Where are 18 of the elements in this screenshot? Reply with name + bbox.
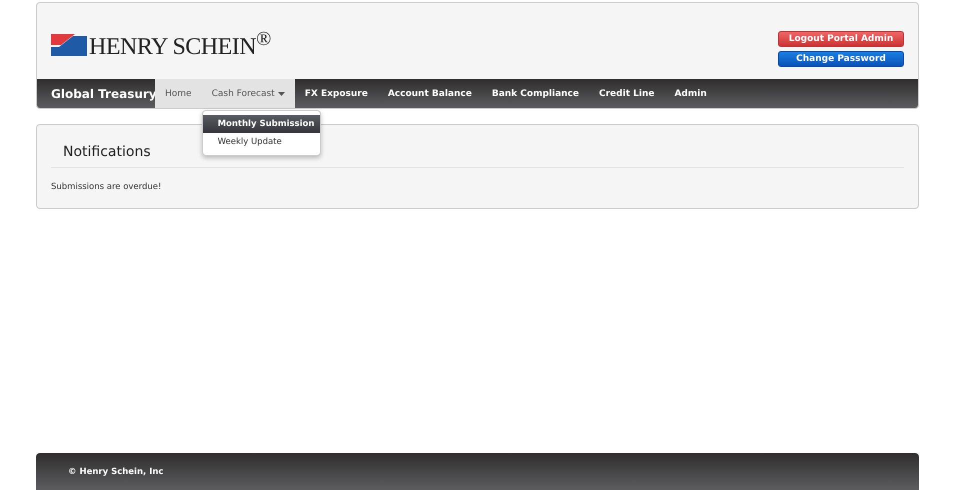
brand-title[interactable]: Global Treasury (37, 79, 155, 108)
menu-item[interactable]: Monthly Submission (202, 115, 320, 133)
menu-item[interactable]: Weekly Update (202, 133, 320, 151)
nav-item[interactable]: Credit Line (589, 79, 664, 108)
panel-title: Notifications (62, 144, 152, 160)
nav-item[interactable]: Account Balance (378, 79, 482, 108)
change-password-button[interactable]: Change Password (778, 51, 904, 67)
company-logo: HENRY SCHEIN$^{®}$ (89, 28, 271, 61)
logo-icon (51, 34, 87, 56)
caret-icon (278, 92, 285, 96)
notification-message: Submissions are overdue! (51, 182, 162, 192)
nav-item[interactable]: Cash Forecast (202, 79, 295, 108)
copyright-text: © Henry Schein, Inc (68, 466, 164, 476)
nav-item[interactable]: Bank Compliance (482, 79, 590, 108)
nav-item[interactable]: Home (155, 79, 202, 108)
nav-item[interactable]: FX Exposure (294, 79, 378, 108)
nav-item[interactable]: Admin (664, 79, 717, 108)
logout-button[interactable]: Logout Portal Admin (778, 31, 904, 47)
